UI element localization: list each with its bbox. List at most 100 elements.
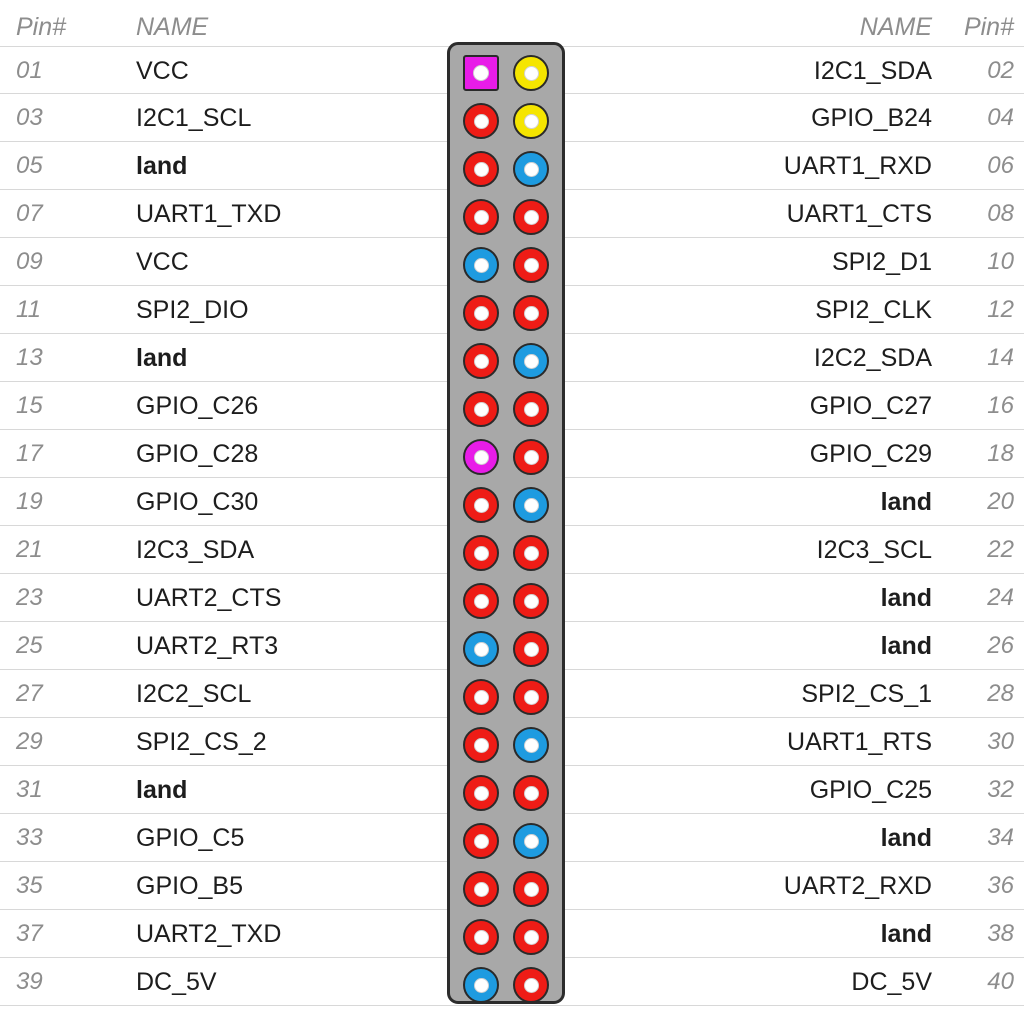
pin-pad-13[interactable] [463,343,499,379]
name_right: GPIO_C29 [809,440,932,468]
pin-pad-33[interactable] [463,823,499,859]
pin-pad-09[interactable] [463,247,499,283]
pin-pair [450,673,562,721]
pin-hole-icon [523,65,539,81]
pin-pad-38[interactable] [513,919,549,955]
pin-hole-icon [523,113,539,129]
pin-pair [450,625,562,673]
name_right: SPI2_CS_1 [801,680,932,708]
pin-pad-31[interactable] [463,775,499,811]
name_right: GPIO_C25 [809,776,932,804]
pin-pad-grid [450,49,562,1009]
pin-pad-37[interactable] [463,919,499,955]
pin-pad-01[interactable] [463,55,499,91]
pin-pair [450,961,562,1009]
pin-pad-29[interactable] [463,727,499,763]
pin_right: 36 [987,872,1014,899]
pin-pad-32[interactable] [513,775,549,811]
pin-pad-15[interactable] [463,391,499,427]
pin_right: 04 [987,104,1014,131]
pin-pad-26[interactable] [513,631,549,667]
header-pin-right: Pin# [963,13,1014,41]
name_right: SPI2_CLK [815,296,932,324]
pin-pad-08[interactable] [513,199,549,235]
pin-pad-06[interactable] [513,151,549,187]
pin-pad-19[interactable] [463,487,499,523]
pin_right: 16 [987,392,1014,419]
pin-pad-02[interactable] [513,55,549,91]
pin-pad-04[interactable] [513,103,549,139]
pin-pad-28[interactable] [513,679,549,715]
pin-pair [450,49,562,97]
pin-pair [450,529,562,577]
pin-pair [450,385,562,433]
pin-hole-icon [473,545,489,561]
pin-pad-22[interactable] [513,535,549,571]
name_left: I2C1_SCL [136,104,252,132]
pin-pair [450,481,562,529]
pin_left: 03 [16,104,43,131]
pin_left: 29 [16,728,43,755]
pin-pad-21[interactable] [463,535,499,571]
pin-hole-icon [523,641,539,657]
name_right: I2C1_SDA [813,57,932,85]
pin-pad-11[interactable] [463,295,499,331]
pin-pad-39[interactable] [463,967,499,1003]
pin_right: 06 [987,152,1014,179]
pin_right: 08 [987,200,1014,227]
pin_left: 27 [16,680,43,707]
pin-pad-23[interactable] [463,583,499,619]
pin-hole-icon [473,209,489,225]
pin-pair [450,241,562,289]
pin-pad-27[interactable] [463,679,499,715]
pin-pad-20[interactable] [513,487,549,523]
pin_left: 01 [16,57,43,84]
pin-pad-14[interactable] [513,343,549,379]
pin-pair [450,721,562,769]
pin-pair [450,97,562,145]
name_left: SPI2_CS_2 [136,728,267,756]
pin-pad-35[interactable] [463,871,499,907]
pin_left: 35 [16,872,43,899]
pin-pad-03[interactable] [463,103,499,139]
pin_left: 15 [16,392,43,419]
pin-pad-16[interactable] [513,391,549,427]
pin_right: 14 [987,344,1014,371]
pin_right: 10 [987,248,1014,275]
pin-pair [450,433,562,481]
pin-pad-18[interactable] [513,439,549,475]
pin-pad-36[interactable] [513,871,549,907]
pin-pad-34[interactable] [513,823,549,859]
pin_right: 22 [987,536,1014,563]
pin_left: 13 [16,344,43,371]
pin_left: 37 [16,920,43,947]
pin-hole-icon [473,305,489,321]
pin-pad-30[interactable] [513,727,549,763]
name_right: I2C2_SDA [813,344,932,372]
pin-pad-10[interactable] [513,247,549,283]
pin-hole-icon [473,881,489,897]
pin_left: 31 [16,776,43,803]
pin_left: 23 [16,584,43,611]
pin-hole-icon [523,977,539,993]
pin-hole-icon [523,545,539,561]
pin-hole-icon [473,689,489,705]
pin_right: 32 [987,776,1014,803]
header-name-right: NAME [859,13,932,41]
pin_right: 02 [987,57,1014,84]
pin-pad-24[interactable] [513,583,549,619]
pin-hole-icon [473,113,489,129]
name_right: GPIO_C27 [809,392,932,420]
pin-hole-icon [473,833,489,849]
pin-pair [450,193,562,241]
pin-pad-07[interactable] [463,199,499,235]
pin-pair [450,145,562,193]
pin_right: 18 [987,440,1014,467]
name_right: land [880,584,932,612]
pin-pad-17[interactable] [463,439,499,475]
pin-pad-05[interactable] [463,151,499,187]
pin-pad-40[interactable] [513,967,549,1003]
pin-pad-12[interactable] [513,295,549,331]
name_left: GPIO_C28 [136,440,259,468]
pin-pad-25[interactable] [463,631,499,667]
